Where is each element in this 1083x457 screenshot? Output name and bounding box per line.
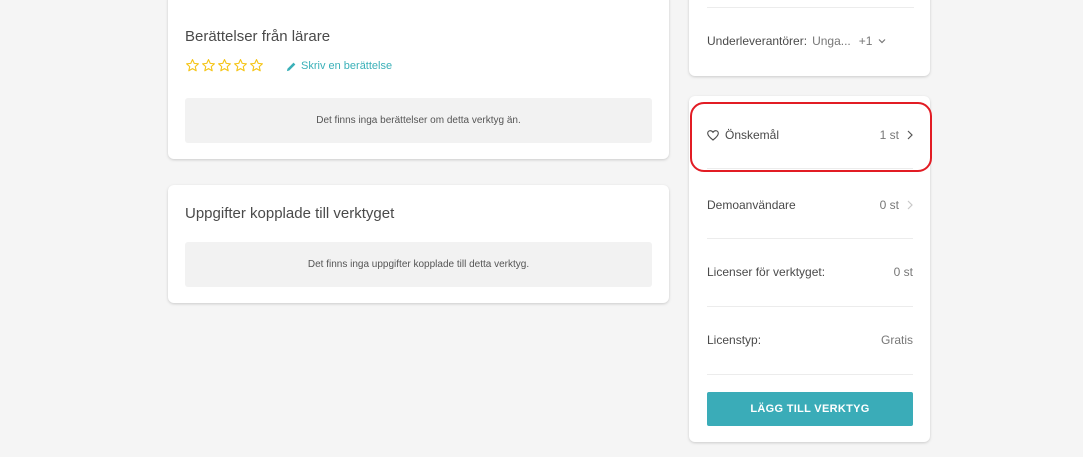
tool-info-card: Önskemål 1 st Demoanvändare 0 st License… — [689, 96, 930, 442]
subcontractors-label: Underleverantörer: — [707, 34, 808, 48]
teacher-stories-card: Berättelser från lärare Skriv en berätte… — [168, 0, 669, 159]
subcontractors-extra-count: +1 — [858, 34, 873, 48]
wishlist-label: Önskemål — [725, 128, 780, 142]
demo-users-label: Demoanvändare — [707, 198, 796, 212]
licenses-count: 0 st — [893, 265, 913, 279]
star-outline-icon[interactable] — [217, 58, 232, 73]
licenses-label: Licenser för verktyget: — [707, 265, 826, 279]
star-outline-icon[interactable] — [185, 58, 200, 73]
star-outline-icon[interactable] — [233, 58, 248, 73]
demo-users-row[interactable]: Demoanvändare 0 st — [707, 172, 913, 238]
star-outline-icon[interactable] — [249, 58, 264, 73]
subcontractors-card: Underleverantörer: Unga... +1 — [689, 0, 930, 76]
pencil-icon — [286, 62, 296, 71]
tasks-empty-message: Det finns inga uppgifter kopplade till d… — [185, 242, 652, 287]
subcontractors-value: Unga... — [812, 34, 851, 48]
divider — [707, 7, 914, 8]
demo-users-count: 0 st — [879, 198, 899, 212]
divider — [707, 168, 913, 169]
licenses-row: Licenser för verktyget: 0 st — [707, 239, 913, 305]
heart-outline-icon — [707, 129, 719, 141]
stories-title: Berättelser från lärare — [185, 28, 331, 45]
divider — [707, 374, 913, 375]
chevron-right-icon — [907, 130, 913, 140]
tasks-title: Uppgifter kopplade till verktyget — [185, 205, 395, 222]
stories-empty-message: Det finns inga berättelser om detta verk… — [185, 98, 652, 143]
write-story-link[interactable]: Skriv en berättelse — [286, 60, 392, 72]
license-type-label: Licenstyp: — [707, 333, 762, 347]
wishlist-count: 1 st — [879, 128, 899, 142]
linked-tasks-card: Uppgifter kopplade till verktyget Det fi… — [168, 185, 669, 303]
license-type-row: Licenstyp: Gratis — [707, 307, 913, 373]
license-type-value: Gratis — [880, 333, 913, 347]
star-outline-icon[interactable] — [201, 58, 216, 73]
add-tool-button[interactable]: LÄGG TILL VERKTYG — [707, 392, 913, 426]
wishlist-row[interactable]: Önskemål 1 st — [707, 102, 913, 168]
write-story-label: Skriv en berättelse — [301, 60, 393, 72]
subcontractors-dropdown[interactable]: Underleverantörer: Unga... +1 — [707, 34, 914, 48]
chevron-right-icon — [907, 200, 913, 210]
chevron-down-icon — [879, 39, 886, 44]
rating-stars[interactable] — [185, 58, 264, 73]
